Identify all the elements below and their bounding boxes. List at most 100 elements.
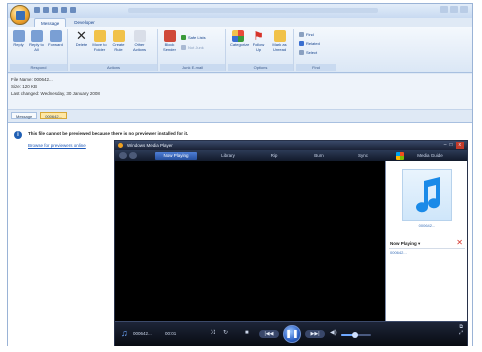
volume-knob[interactable] — [351, 332, 358, 338]
mini-player-controls: ⧉ ⤢ — [459, 324, 463, 336]
size-field: Size: 120 KB — [11, 84, 38, 89]
ribbon-group-respond: Reply Reply to All Forward Respond — [10, 29, 68, 71]
tab-library[interactable]: Library — [211, 152, 245, 160]
arrow-up-icon[interactable] — [61, 7, 67, 13]
preview-pane: i This file cannot be previewed because … — [8, 122, 472, 347]
tab-developer[interactable]: Developer — [68, 18, 101, 27]
save-icon[interactable] — [34, 7, 40, 13]
create-rule-button[interactable]: Create Rule — [111, 30, 126, 52]
tab-sync[interactable]: Sync — [349, 152, 377, 160]
video-area[interactable] — [115, 161, 385, 321]
ribbon-tabs: Message Developer — [34, 18, 101, 27]
group-label-options: Options — [228, 64, 293, 71]
message-header: File Name: 000642... Size: 120 KB Last c… — [8, 74, 472, 110]
media-player-window-controls: – □ x — [444, 142, 464, 149]
album-label: 000642... — [418, 223, 436, 228]
tab-rip[interactable]: Rip — [261, 152, 287, 160]
volume-icon[interactable]: ◀) — [330, 329, 337, 338]
ribbon: Reply Reply to All Forward Respond ✕ Del… — [8, 27, 472, 73]
volume-slider[interactable] — [341, 332, 371, 338]
categorize-icon — [231, 30, 244, 42]
categorize-button[interactable]: Categorize — [230, 30, 249, 48]
next-icon[interactable]: ▶▶| — [305, 330, 325, 338]
envelope-icon — [273, 30, 286, 42]
minimize-icon[interactable]: – — [444, 142, 447, 149]
safe-lists-button[interactable]: Safe Lists — [181, 35, 206, 40]
find-button[interactable]: Find — [299, 32, 314, 37]
tab-media-guide[interactable]: Media Guide — [409, 152, 451, 160]
group-label-respond: Respond — [10, 64, 67, 71]
message-attachment-tab[interactable]: Message — [11, 112, 38, 119]
move-to-folder-button[interactable]: Move to Folder — [92, 30, 107, 52]
group-label-find: Find — [296, 64, 336, 71]
group-label-actions: Actions — [70, 64, 157, 71]
not-junk-button[interactable]: Not Junk — [181, 45, 204, 50]
chevron-down-icon: ▾ — [418, 241, 421, 246]
reply-all-button[interactable]: Reply to All — [29, 30, 44, 52]
maximize-icon[interactable] — [450, 6, 458, 13]
other-actions-icon — [133, 30, 146, 42]
album-art — [402, 169, 452, 221]
minimize-icon[interactable] — [440, 6, 448, 13]
divider — [389, 248, 465, 249]
maximize-icon[interactable]: □ — [449, 142, 452, 149]
office-button[interactable] — [10, 5, 30, 25]
playlist-item[interactable]: 000642... — [390, 250, 407, 255]
forward-arrow-icon[interactable] — [129, 152, 137, 159]
media-player-title-bar: Windows Media Player – □ x — [115, 141, 467, 150]
music-note-icon: ♫ — [121, 328, 128, 338]
clear-list-icon[interactable]: ✕ — [456, 239, 463, 247]
find-icon — [299, 32, 304, 37]
current-track-time: 00:01 — [165, 331, 177, 336]
repeat-icon[interactable]: ↻ — [223, 329, 228, 338]
other-actions-button[interactable]: Other Actions — [132, 30, 147, 52]
block-sender-button[interactable]: Block Sender — [162, 30, 177, 52]
ribbon-group-junk: Block Sender Safe Lists Not Junk Junk E-… — [160, 29, 226, 71]
tab-message[interactable]: Message — [34, 18, 67, 27]
close-icon[interactable]: x — [455, 142, 464, 149]
undo-icon[interactable] — [43, 7, 49, 13]
outlook-window: Message Developer Reply Reply to All For… — [7, 3, 473, 347]
pause-button[interactable]: ❚❚ — [283, 325, 301, 343]
browse-previewers-link[interactable]: Browse for previewers online — [28, 143, 86, 148]
close-icon[interactable] — [460, 6, 468, 13]
tab-now-playing[interactable]: Now Playing — [155, 152, 197, 160]
mark-unread-button[interactable]: Mark as Unread — [272, 30, 287, 52]
related-button[interactable]: Related — [299, 41, 320, 46]
ribbon-group-find: Find Related Select Find — [296, 29, 336, 71]
follow-up-button[interactable]: ⚑ Follow Up — [251, 30, 266, 52]
title-bar — [8, 4, 472, 18]
redo-icon[interactable] — [52, 7, 58, 13]
stop-icon[interactable]: ■ — [245, 329, 249, 338]
quick-access-toolbar — [34, 7, 76, 13]
not-junk-icon — [181, 45, 186, 50]
reply-icon — [12, 30, 25, 42]
playback-controls: ♫ 000642... 00:01 ⤨ ↻ ■ |◀◀ ❚❚ ▶▶| ◀) ⧉ … — [115, 321, 467, 346]
ribbon-group-options: Categorize ⚑ Follow Up Mark as Unread Op… — [228, 29, 294, 71]
media-player-logo-icon — [118, 143, 123, 148]
fullscreen-icon[interactable]: ⤢ — [459, 330, 463, 336]
reply-button[interactable]: Reply — [11, 30, 26, 48]
folder-icon — [93, 30, 106, 42]
safe-lists-icon — [181, 35, 186, 40]
group-label-junk: Junk E-mail — [160, 64, 225, 71]
attachment-bar: Message 000642... — [11, 112, 67, 119]
now-playing-header[interactable]: Now Playing ▾ — [390, 241, 420, 247]
preview-info-message: This file cannot be previewed because th… — [28, 131, 189, 136]
shuffle-icon[interactable]: ⤨ — [210, 329, 215, 338]
ribbon-group-actions: ✕ Delete Move to Folder Create Rule Othe… — [70, 29, 158, 71]
current-track-name: 000642... — [133, 331, 152, 336]
flag-icon: ⚑ — [253, 29, 264, 43]
forward-icon — [49, 30, 62, 42]
file-attachment-tab[interactable]: 000642... — [40, 112, 67, 119]
select-button[interactable]: Select — [299, 50, 317, 55]
previous-icon[interactable]: |◀◀ — [259, 330, 279, 338]
back-arrow-icon[interactable] — [119, 152, 127, 159]
tab-burn[interactable]: Burn — [305, 152, 333, 160]
forward-button[interactable]: Forward — [48, 30, 63, 48]
list-pane: 000642... Now Playing ▾ ✕ 000642... — [385, 161, 467, 321]
arrow-down-icon[interactable] — [70, 7, 76, 13]
delete-button[interactable]: ✕ Delete — [74, 28, 89, 48]
reply-all-icon — [30, 30, 43, 42]
delete-icon: ✕ — [76, 28, 87, 43]
